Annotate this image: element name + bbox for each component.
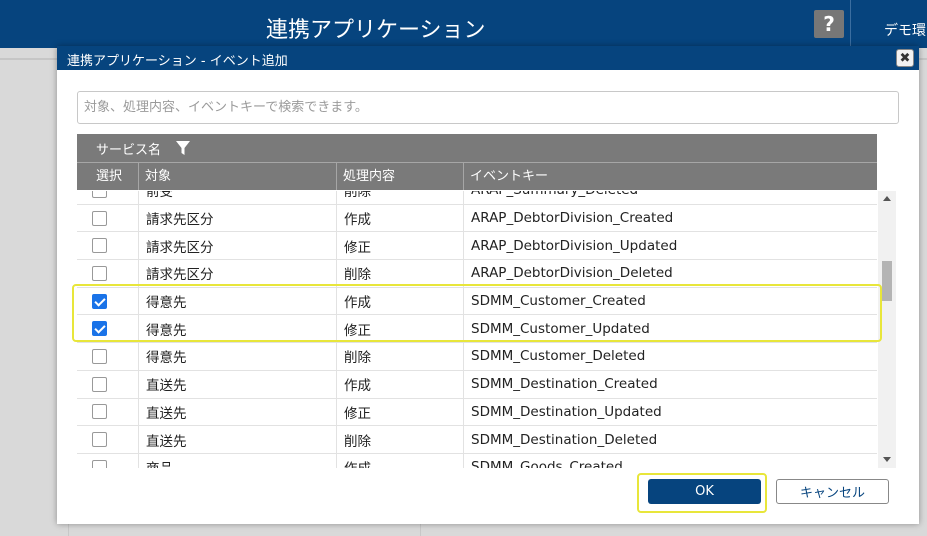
row-select-cell — [77, 453, 139, 468]
table-row[interactable]: 商品作成 SDMM_Goods_Created — [77, 453, 877, 468]
column-header-target[interactable]: 対象 — [139, 163, 337, 190]
scroll-thumb[interactable] — [882, 261, 892, 301]
row-event-key: ARAP_DebtorDivision_Deleted — [471, 265, 673, 282]
close-icon[interactable]: ✖ — [896, 49, 914, 67]
event-rows: 前受削除ARAP_Summary_Deleted請求先区分作成ARAP_Debt… — [77, 191, 877, 468]
row-event-key: SDMM_Customer_Deleted — [471, 348, 646, 365]
row-select-cell — [77, 260, 139, 287]
row-action: 作成 — [337, 204, 464, 232]
row-event-key: ARAP_DebtorDivision_Updated — [471, 237, 678, 254]
row-action: 作成 — [337, 287, 464, 315]
environment-label: デモ環 — [884, 23, 926, 39]
row-target: 得意先 — [139, 343, 337, 370]
table-row[interactable]: 得意先 修正 SDMM_Customer_Updated — [77, 315, 877, 344]
event-grid-body: 前受削除ARAP_Summary_Deleted請求先区分作成ARAP_Debt… — [77, 191, 877, 468]
row-target: 得意先 — [139, 315, 337, 343]
column-header-select[interactable]: 選択 — [77, 163, 139, 190]
column-header-action[interactable]: 処理内容 — [337, 163, 464, 190]
service-name-label: サービス名 — [96, 143, 162, 158]
row-select-cell — [77, 191, 139, 204]
table-row[interactable]: 直送先 修正 SDMM_Destination_Updated — [77, 398, 877, 427]
row-event-key: ARAP_Summary_Deleted — [464, 191, 877, 204]
row-select-cell — [77, 370, 139, 398]
dialog-title: 連携アプリケーション - イベント追加 — [67, 54, 288, 69]
row-action: 修正 — [337, 232, 464, 260]
filter-icon[interactable] — [176, 141, 190, 156]
scroll-down-icon[interactable] — [883, 457, 891, 462]
row-checkbox[interactable] — [92, 293, 107, 309]
row-checkbox[interactable] — [92, 191, 107, 198]
row-select-cell — [77, 287, 139, 315]
column-header-row: 選択 対象 処理内容 イベントキー — [77, 162, 877, 190]
row-select-cell — [77, 398, 139, 426]
row-target: 得意先 — [139, 287, 337, 315]
event-grid-header: サービス名 選択 対象 処理内容 イベントキー — [77, 134, 877, 190]
table-row[interactable]: 請求先区分 削除 ARAP_DebtorDivision_Deleted — [77, 260, 877, 288]
help-button[interactable]: ? — [814, 10, 844, 38]
service-name-bar: サービス名 — [77, 134, 877, 162]
row-event-key: SDMM_Customer_Updated — [471, 320, 650, 337]
cancel-button[interactable]: キャンセル — [776, 479, 889, 504]
row-select-cell — [77, 232, 139, 260]
table-row[interactable]: 得意先 削除 SDMM_Customer_Deleted — [77, 343, 877, 371]
row-event-key: ARAP_DebtorDivision_Created — [471, 210, 674, 227]
row-target: 直送先 — [139, 370, 337, 398]
row-checkbox[interactable] — [92, 321, 107, 337]
scroll-up-icon[interactable] — [883, 196, 891, 201]
row-action: 修正 — [337, 398, 464, 426]
highlight-ok-button — [637, 473, 767, 513]
row-checkbox[interactable] — [92, 404, 107, 420]
row-checkbox[interactable] — [92, 210, 107, 226]
table-row[interactable]: 直送先 削除 SDMM_Destination_Deleted — [77, 426, 877, 454]
app-title: 連携アプリケーション — [266, 18, 486, 43]
row-action: 作成 — [337, 453, 464, 468]
header-separator — [850, 0, 851, 48]
row-target: 直送先 — [139, 398, 337, 426]
row-checkbox[interactable] — [92, 265, 107, 281]
search-input[interactable] — [77, 91, 899, 124]
row-checkbox[interactable] — [92, 376, 107, 392]
row-action: 削除 — [337, 191, 464, 204]
row-action: 削除 — [337, 426, 464, 453]
row-checkbox[interactable] — [92, 238, 107, 254]
row-checkbox[interactable] — [92, 432, 107, 448]
row-target: 請求先区分 — [139, 204, 337, 232]
row-event-key: SDMM_Customer_Created — [471, 293, 646, 310]
table-row[interactable]: 前受削除ARAP_Summary_Deleted — [77, 191, 877, 205]
row-target: 直送先 — [139, 426, 337, 453]
row-action: 作成 — [337, 370, 464, 398]
row-event-key: SDMM_Destination_Created — [471, 376, 658, 393]
row-action: 削除 — [337, 343, 464, 370]
row-target: 前受 — [139, 191, 337, 204]
add-event-dialog: 連携アプリケーション - イベント追加 ✖ サービス名 選択 対象 処理内容 イ… — [57, 46, 919, 524]
row-select-cell — [77, 315, 139, 343]
table-row[interactable]: 請求先区分 修正 ARAP_DebtorDivision_Updated — [77, 232, 877, 261]
row-select-cell — [77, 204, 139, 232]
row-action: 削除 — [337, 260, 464, 287]
row-select-cell — [77, 426, 139, 453]
row-action: 修正 — [337, 315, 464, 343]
row-event-key: SDMM_Goods_Created — [471, 459, 623, 468]
row-target: 請求先区分 — [139, 260, 337, 287]
grid-scrollbar[interactable] — [878, 191, 896, 468]
app-header: 連携アプリケーション ? デモ環 — [0, 0, 927, 48]
table-row[interactable]: 得意先 作成 SDMM_Customer_Created — [77, 287, 877, 316]
column-header-event-key[interactable]: イベントキー — [464, 163, 877, 190]
row-select-cell — [77, 343, 139, 370]
table-row[interactable]: 直送先 作成 SDMM_Destination_Created — [77, 370, 877, 399]
row-target: 商品 — [139, 453, 337, 468]
row-event-key: SDMM_Destination_Updated — [471, 403, 662, 420]
table-row[interactable]: 請求先区分 作成 ARAP_DebtorDivision_Created — [77, 204, 877, 233]
row-event-key: SDMM_Destination_Deleted — [471, 431, 658, 448]
dialog-titlebar: 連携アプリケーション - イベント追加 ✖ — [57, 46, 919, 70]
row-target: 請求先区分 — [139, 232, 337, 260]
row-checkbox[interactable] — [92, 348, 107, 364]
row-checkbox[interactable] — [92, 459, 107, 468]
